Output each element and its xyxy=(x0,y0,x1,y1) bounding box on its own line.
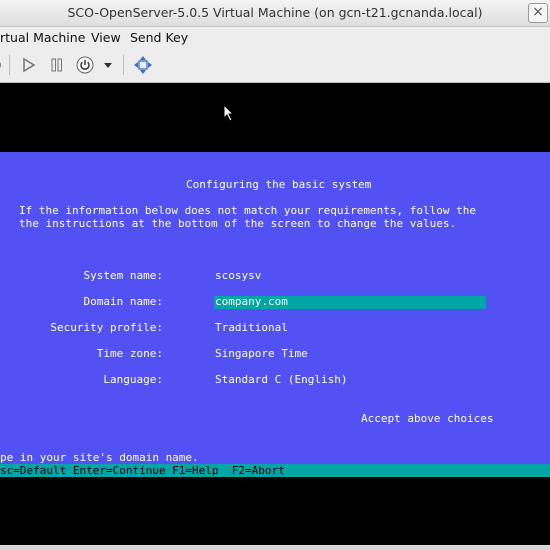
power-dropdown-arrow-icon[interactable] xyxy=(102,55,114,75)
mouse-pointer-icon xyxy=(223,103,235,126)
domain-name-label: Domain name: xyxy=(83,295,163,308)
power-icon[interactable] xyxy=(75,55,95,75)
window-bottom-border xyxy=(0,545,550,550)
toolbar-separator xyxy=(123,55,124,75)
time-zone-value[interactable]: Singapore Time xyxy=(215,347,308,360)
accept-choices-option[interactable]: Accept above choices xyxy=(361,412,493,425)
language-value[interactable]: Standard C (English) xyxy=(215,373,347,386)
menu-virtual-machine[interactable]: rtual Machine xyxy=(0,27,85,48)
window-titlebar: SCO-OpenServer-5.0.5 Virtual Machine (on… xyxy=(0,0,550,27)
language-label: Language: xyxy=(103,373,163,386)
intro-line-2: the instructions at the bottom of the sc… xyxy=(19,217,457,230)
security-profile-label: Security profile: xyxy=(50,321,163,334)
key-help-bar: sc=Default Enter=Continue F1=Help F2=Abo… xyxy=(0,464,550,477)
toolbar-separator xyxy=(9,55,10,75)
system-name-label: System name: xyxy=(83,269,163,282)
menu-view[interactable]: View xyxy=(91,27,121,48)
menu-bar: rtual Machine View Send Key xyxy=(0,27,550,48)
system-name-value[interactable]: scosysv xyxy=(215,269,261,282)
key-help-text: sc=Default Enter=Continue F1=Help F2=Abo… xyxy=(0,464,285,477)
domain-name-field[interactable]: company.com xyxy=(215,295,288,308)
toolbar-partial-icon[interactable] xyxy=(0,55,4,75)
hint-text: pe in your site's domain name. xyxy=(0,451,199,464)
panel-heading: Configuring the basic system xyxy=(186,178,372,191)
intro-line-1: If the information below does not match … xyxy=(19,204,476,217)
pause-icon[interactable] xyxy=(48,55,66,75)
run-icon[interactable] xyxy=(20,55,38,75)
fullscreen-icon[interactable] xyxy=(133,55,153,75)
security-profile-value[interactable]: Traditional xyxy=(215,321,288,334)
window-close-button[interactable]: × xyxy=(528,3,548,23)
window-title: SCO-OpenServer-5.0.5 Virtual Machine (on… xyxy=(67,5,483,20)
menu-send-key[interactable]: Send Key xyxy=(130,27,188,48)
toolbar xyxy=(0,48,550,83)
time-zone-label: Time zone: xyxy=(96,347,163,360)
